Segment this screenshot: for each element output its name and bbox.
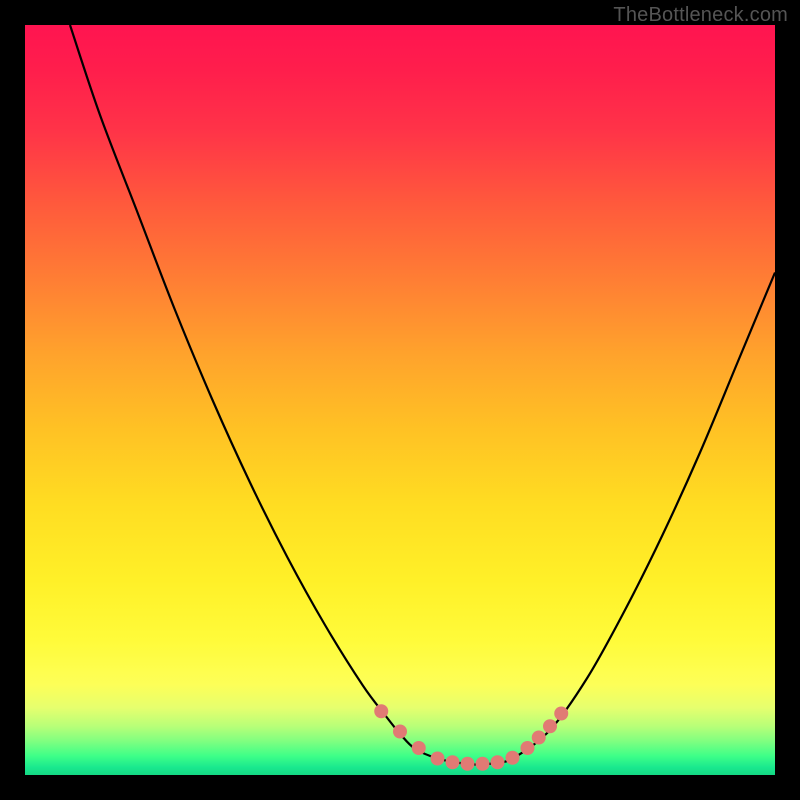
curve-marker	[491, 755, 505, 769]
watermark-text: TheBottleneck.com	[613, 4, 788, 27]
curve-marker	[521, 741, 535, 755]
chart-svg	[25, 25, 775, 775]
marker-group	[374, 704, 568, 771]
curve-marker	[506, 751, 520, 765]
curve-marker	[446, 755, 460, 769]
curve-marker	[412, 741, 426, 755]
chart-frame: TheBottleneck.com	[0, 0, 800, 800]
curve-marker	[431, 752, 445, 766]
curve-marker	[532, 731, 546, 745]
curve-marker	[554, 707, 568, 721]
curve-marker	[543, 719, 557, 733]
curve-marker	[476, 757, 490, 771]
plot-area	[25, 25, 775, 775]
curve-marker	[461, 757, 475, 771]
curve-marker	[393, 725, 407, 739]
curve-marker	[374, 704, 388, 718]
bottleneck-curve	[70, 25, 775, 765]
